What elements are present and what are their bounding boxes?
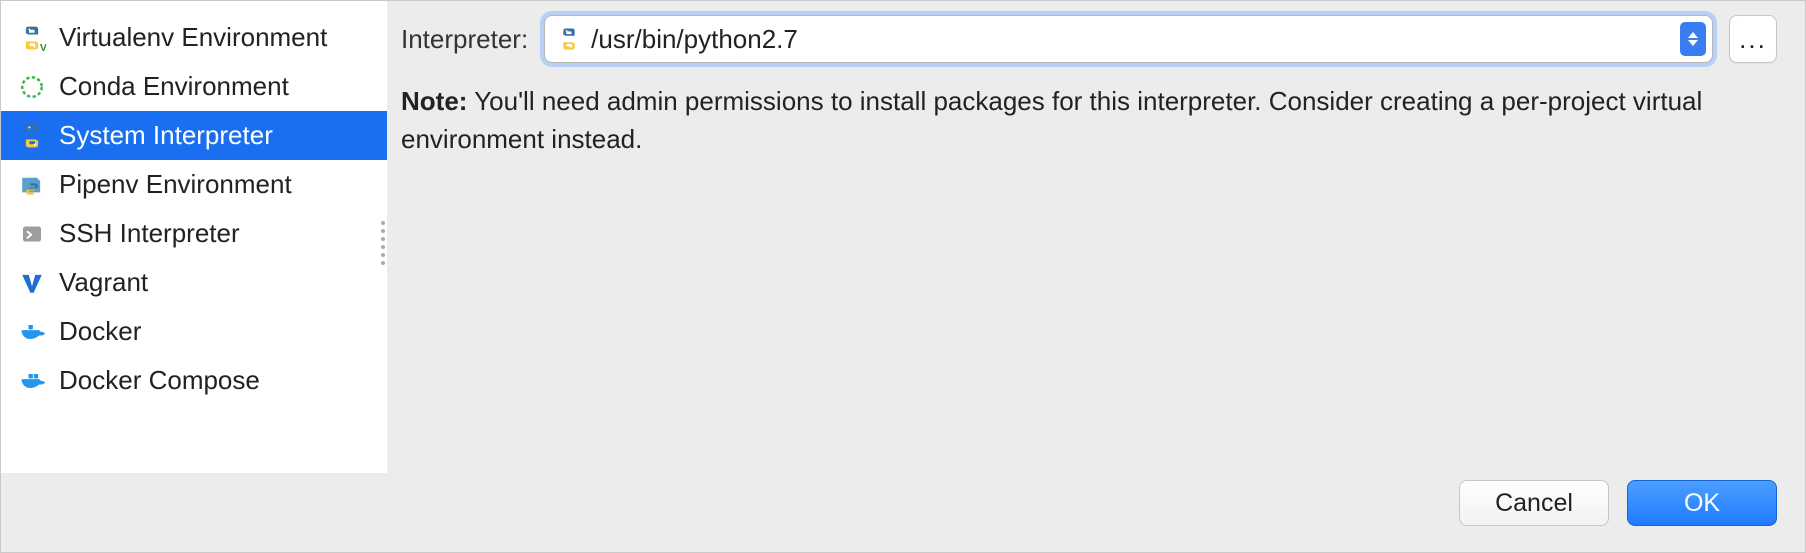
browse-interpreter-button[interactable]: ...: [1729, 15, 1777, 63]
sidebar-item-label: Docker Compose: [59, 365, 260, 396]
docker-icon: [17, 317, 47, 347]
interpreter-note: Note: You'll need admin permissions to i…: [401, 83, 1777, 158]
combo-updown-icon[interactable]: [1680, 22, 1706, 56]
sidebar-item-label: System Interpreter: [59, 120, 273, 151]
sidebar-item-ssh[interactable]: SSH Interpreter: [1, 209, 387, 258]
python-icon: [555, 25, 583, 53]
python-v-icon: V: [17, 23, 47, 53]
sidebar-item-conda[interactable]: Conda Environment: [1, 62, 387, 111]
interpreter-selected-path: /usr/bin/python2.7: [591, 24, 1680, 55]
sidebar-item-vagrant[interactable]: Vagrant: [1, 258, 387, 307]
cancel-button[interactable]: Cancel: [1459, 480, 1609, 526]
note-body: You'll need admin permissions to install…: [401, 86, 1702, 154]
sidebar-item-system-interpreter[interactable]: System Interpreter: [1, 111, 387, 160]
interpreter-combo[interactable]: /usr/bin/python2.7: [544, 15, 1713, 63]
sidebar-item-label: Conda Environment: [59, 71, 289, 102]
sidebar-item-pipenv[interactable]: Pipenv Environment: [1, 160, 387, 209]
sidebar-item-label: Docker: [59, 316, 141, 347]
interpreter-type-sidebar: V Virtualenv Environment Conda Environme…: [1, 1, 387, 473]
sidebar-item-label: Pipenv Environment: [59, 169, 292, 200]
sidebar-item-virtualenv[interactable]: V Virtualenv Environment: [1, 13, 387, 62]
note-prefix: Note:: [401, 86, 467, 116]
python-icon: [17, 121, 47, 151]
splitter-grip[interactable]: [381, 221, 387, 265]
sidebar-item-docker[interactable]: Docker: [1, 307, 387, 356]
ssh-icon: [17, 219, 47, 249]
sidebar-item-label: Vagrant: [59, 267, 148, 298]
pipenv-icon: [17, 170, 47, 200]
conda-icon: [17, 72, 47, 102]
sidebar-item-label: SSH Interpreter: [59, 218, 240, 249]
svg-text:V: V: [40, 42, 46, 52]
sidebar-item-docker-compose[interactable]: Docker Compose: [1, 356, 387, 405]
ok-button[interactable]: OK: [1627, 480, 1777, 526]
interpreter-field-label: Interpreter:: [401, 24, 528, 55]
vagrant-icon: [17, 268, 47, 298]
sidebar-item-label: Virtualenv Environment: [59, 22, 327, 53]
docker-compose-icon: [17, 366, 47, 396]
main-panel: Interpreter: /usr/bin/python2.7 ... Note…: [387, 1, 1805, 552]
